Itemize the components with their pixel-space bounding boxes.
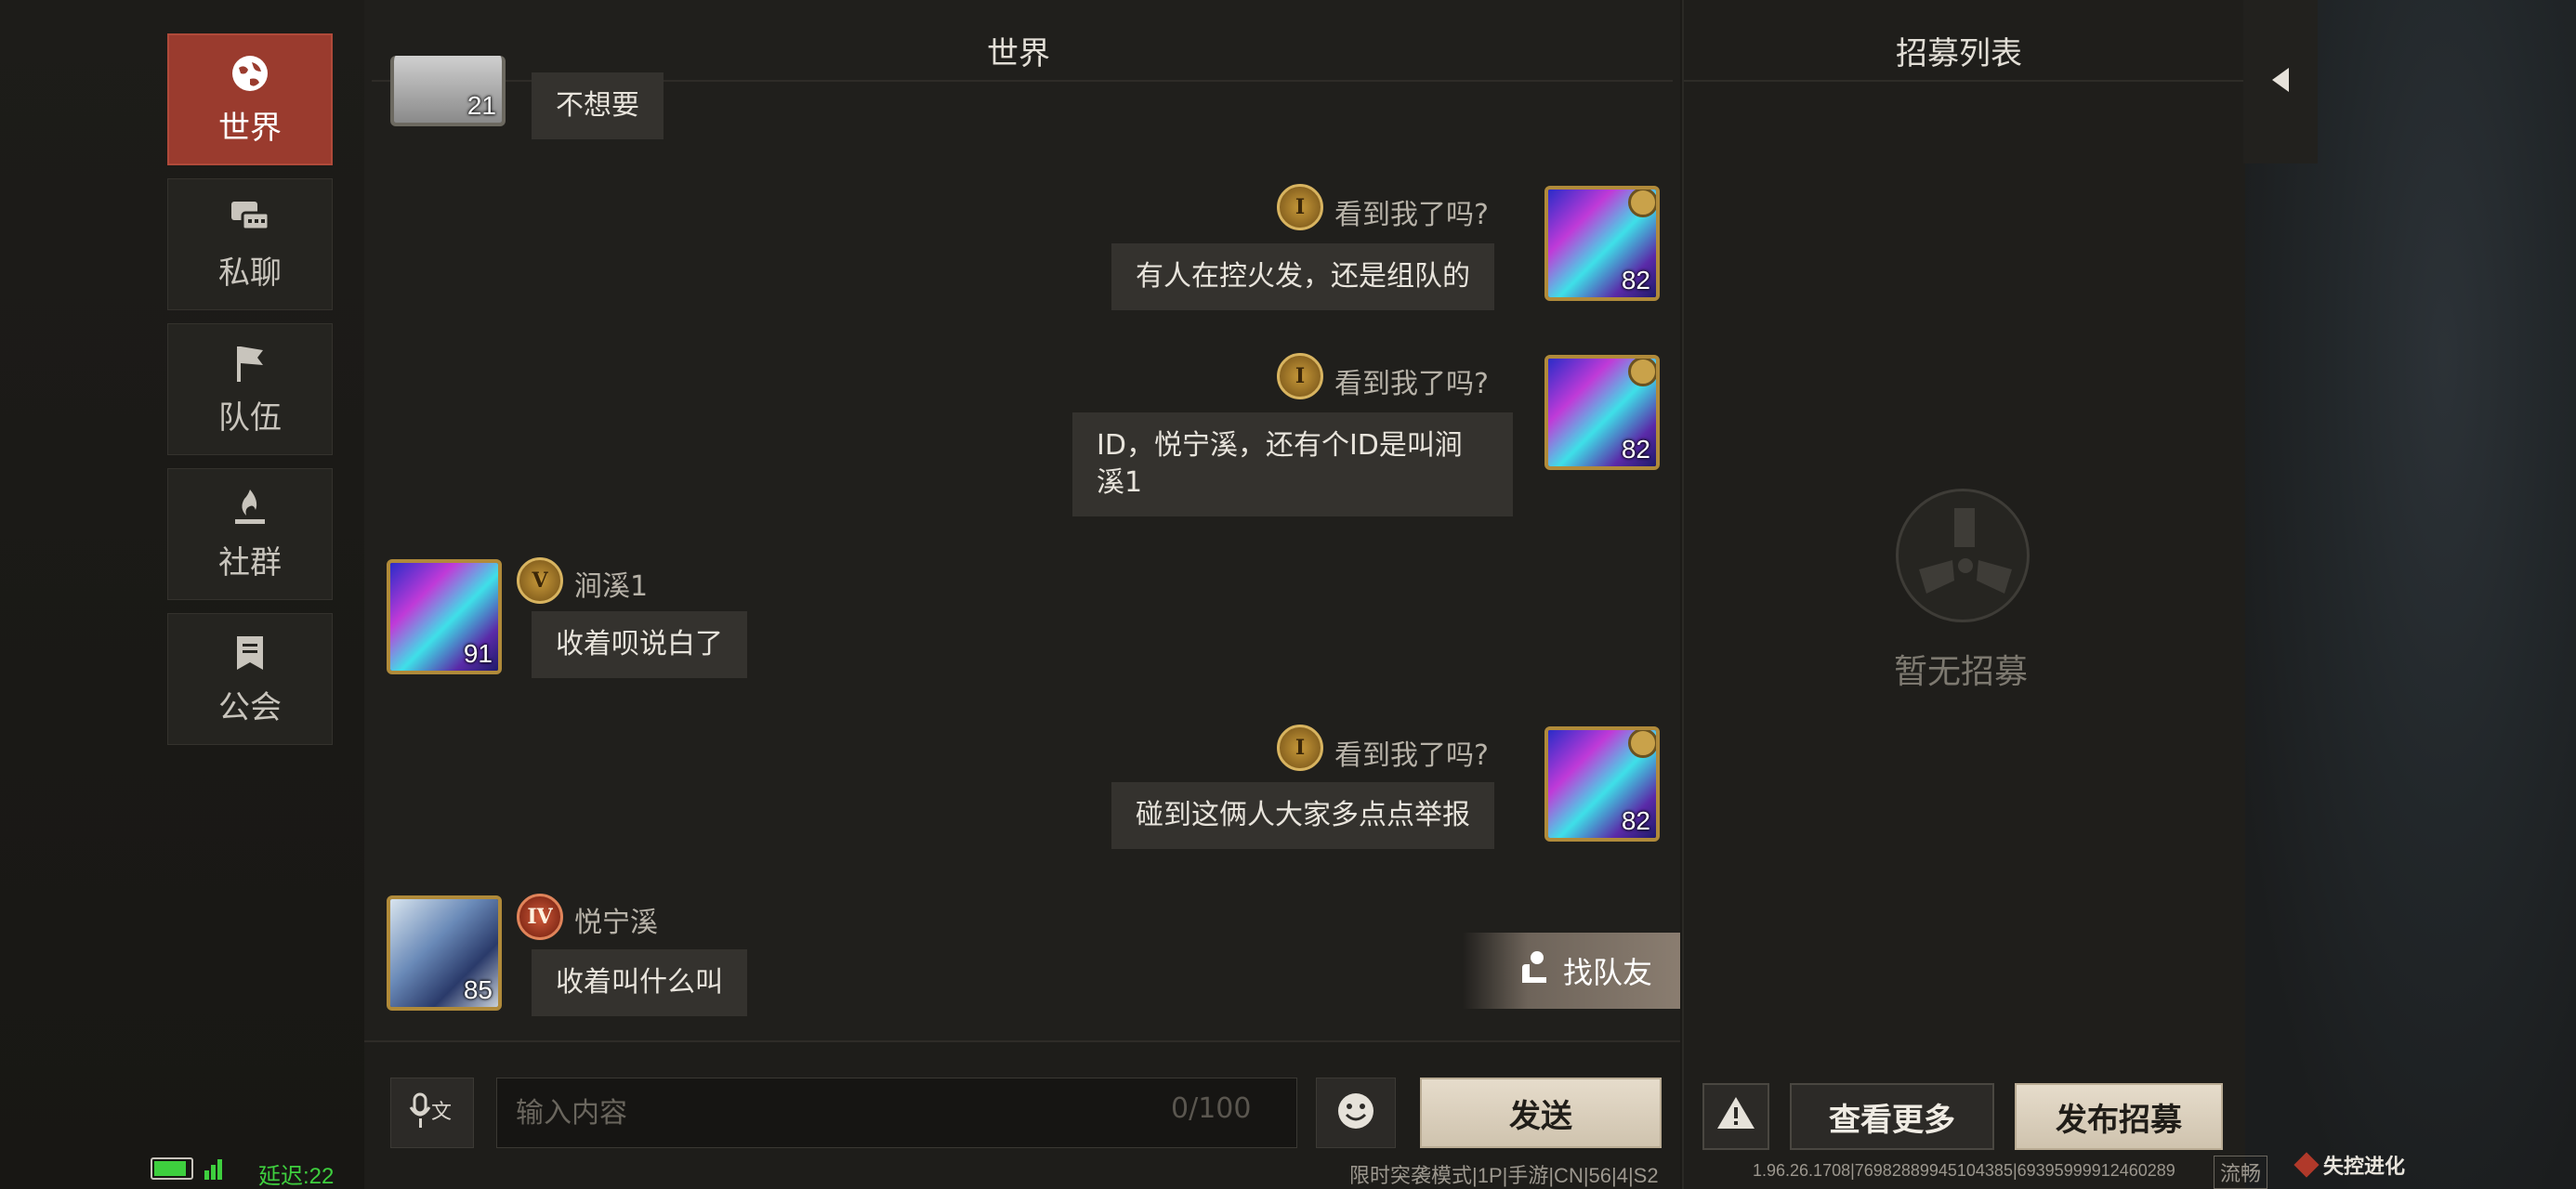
tab-team-label: 队伍 <box>218 399 282 437</box>
network-quality-text: 流畅 <box>2214 1156 2268 1189</box>
frame-ornament-icon <box>1628 730 1656 758</box>
logo-icon <box>2293 1152 2320 1178</box>
globe-icon <box>229 52 271 95</box>
frame-ornament-icon <box>1628 359 1656 386</box>
send-button[interactable]: 发送 <box>1420 1078 1662 1148</box>
user-avatar[interactable]: 91 <box>387 559 502 674</box>
user-avatar[interactable]: 21 <box>390 56 506 126</box>
empty-recruit-icon <box>1896 489 2030 622</box>
tab-community[interactable]: 社群 <box>167 468 333 600</box>
emoji-button[interactable] <box>1316 1078 1396 1148</box>
svg-text:文: 文 <box>431 1101 452 1124</box>
find-teammates-button[interactable]: 找队友 <box>1463 933 1680 1009</box>
game-logo: 失控进化 <box>2293 1150 2406 1180</box>
banner-icon <box>229 632 271 674</box>
tab-guild-label: 公会 <box>218 688 282 726</box>
sender-name[interactable]: 看到我了吗? <box>1334 732 1489 773</box>
self-avatar[interactable]: 82 <box>1544 186 1660 301</box>
flag-icon <box>229 342 271 385</box>
char-counter: 0/100 <box>1171 1092 1252 1125</box>
microphone-translate-icon: 文 <box>409 1091 455 1135</box>
latency-text: 延迟:22 <box>258 1164 335 1189</box>
find-teammates-label: 找队友 <box>1562 955 1652 990</box>
avatar-level: 91 <box>463 639 493 668</box>
rank-badge-icon: I <box>1277 184 1323 230</box>
recruit-header-divider <box>1684 80 2245 82</box>
tab-community-label: 社群 <box>218 543 282 581</box>
message-bubble: 不想要 <box>532 72 664 139</box>
message-bubble: ID，悦宁溪，还有个ID是叫涧 溪1 <box>1072 412 1513 516</box>
warning-icon <box>1715 1094 1756 1140</box>
tab-private-chat[interactable]: 私聊 <box>167 178 333 310</box>
self-avatar[interactable]: 82 <box>1544 726 1660 842</box>
avatar-level: 21 <box>467 91 496 120</box>
user-avatar[interactable]: 85 <box>387 895 502 1011</box>
tab-private-chat-label: 私聊 <box>218 254 282 292</box>
tab-team[interactable]: 队伍 <box>167 323 333 455</box>
recruit-title: 招募列表 <box>1896 35 2022 72</box>
message-bubble: 碰到这俩人大家多点点举报 <box>1111 782 1494 849</box>
view-more-button[interactable]: 查看更多 <box>1790 1083 1994 1150</box>
logo-text: 失控进化 <box>2323 1155 2406 1178</box>
sender-name[interactable]: 悦宁溪 <box>574 899 658 940</box>
tab-world[interactable]: 世界 <box>167 33 333 165</box>
mode-text: 限时突袭模式|1P|手游|CN|56|4|S2 <box>1349 1164 1659 1187</box>
avatar-level: 82 <box>1621 266 1650 294</box>
chat-title: 世界 <box>987 35 1050 72</box>
self-avatar[interactable]: 82 <box>1544 355 1660 470</box>
message-bubble: 有人在控火发，还是组队的 <box>1111 243 1494 310</box>
campfire-icon <box>229 487 271 529</box>
frame-ornament-icon <box>1628 189 1656 217</box>
tab-world-label: 世界 <box>218 109 282 147</box>
voice-translate-button[interactable]: 文 <box>390 1078 474 1148</box>
chat-bubbles-icon <box>229 197 271 240</box>
battery-icon <box>151 1157 193 1180</box>
person-icon <box>1518 949 1550 992</box>
post-recruit-button[interactable]: 发布招募 <box>2015 1083 2223 1150</box>
report-button[interactable] <box>1702 1083 1769 1150</box>
signal-icon <box>204 1156 229 1183</box>
tab-guild[interactable]: 公会 <box>167 613 333 745</box>
rank-badge-icon: V <box>517 557 563 604</box>
message-bubble: 收着呗说白了 <box>532 611 747 678</box>
message-line: ID，悦宁溪，还有个ID是叫涧 <box>1097 429 1463 462</box>
arrow-left-icon <box>2270 66 2291 98</box>
version-text: 1.96.26.1708|76982889945104385|693959999… <box>1753 1161 2175 1180</box>
empty-recruit-text: 暂无招募 <box>1894 653 2029 691</box>
message-bubble: 收着叫什么叫 <box>532 949 747 1016</box>
rank-badge-icon: IV <box>517 894 563 940</box>
rank-badge-icon: I <box>1277 725 1323 771</box>
sender-name[interactable]: 涧溪1 <box>574 563 648 604</box>
scene-background <box>2245 0 2576 1189</box>
smiley-icon <box>1335 1091 1376 1135</box>
sender-name[interactable]: 看到我了吗? <box>1334 191 1489 232</box>
avatar-level: 82 <box>1621 806 1650 835</box>
avatar-level: 82 <box>1621 435 1650 464</box>
avatar-level: 85 <box>463 975 493 1004</box>
collapse-panel-button[interactable] <box>2243 0 2318 163</box>
rank-badge-icon: I <box>1277 353 1323 399</box>
sender-name[interactable]: 看到我了吗? <box>1334 360 1489 401</box>
message-line: 溪1 <box>1097 466 1143 499</box>
